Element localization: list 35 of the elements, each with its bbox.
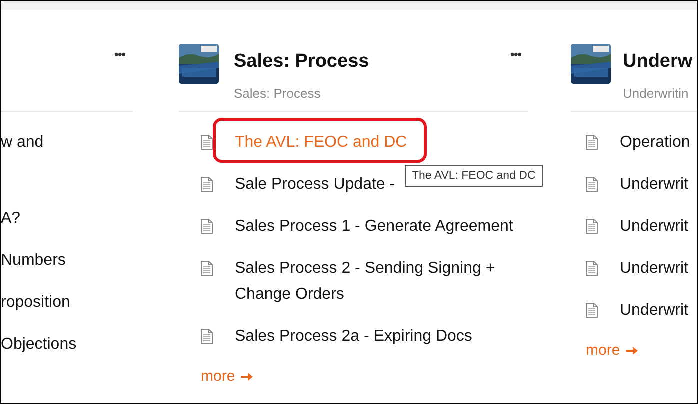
document-icon [201, 329, 213, 344]
more-options-button[interactable]: ••• [114, 48, 125, 62]
document-icon [201, 135, 213, 150]
tooltip: The AVL: FEOC and DC [405, 165, 543, 187]
document-link[interactable]: Objections [1, 332, 77, 358]
document-icon [201, 219, 213, 234]
document-icon [586, 261, 598, 276]
arrow-right-icon [626, 346, 638, 356]
document-link[interactable]: Sales Process 1 - Generate Agreement [235, 214, 514, 240]
document-icon [201, 261, 213, 276]
more-options-button[interactable]: ••• [510, 48, 521, 62]
document-icon [586, 177, 598, 192]
more-label: more [586, 342, 620, 359]
column-subtitle: Underwritin [623, 86, 690, 101]
document-link[interactable]: Sales Process 2 - Sending Signing + Change Orders [235, 256, 528, 308]
document-link[interactable]: Sale Process Update - [235, 172, 396, 198]
column-title: Sales: Process [234, 50, 370, 74]
document-link[interactable]: Underwrit [620, 256, 688, 282]
document-icon [586, 219, 598, 234]
document-link[interactable]: Numbers [1, 248, 66, 274]
document-icon [586, 135, 598, 150]
document-link[interactable]: w and [1, 130, 44, 156]
document-link[interactable]: Operation [620, 130, 690, 156]
document-link[interactable]: A? [1, 206, 21, 232]
arrow-right-icon [241, 372, 254, 382]
document-icon [201, 177, 213, 192]
document-link[interactable]: Underwrit [620, 214, 688, 240]
more-label: more [201, 368, 236, 385]
column-title: Underw [623, 50, 694, 74]
document-link[interactable]: Underwrit [620, 298, 688, 324]
document-icon [586, 303, 598, 318]
document-link[interactable]: Underwrit [620, 172, 688, 198]
document-link[interactable]: Sales Process 2a - Expiring Docs [235, 324, 472, 350]
column-subtitle: Sales: Process [234, 86, 322, 101]
document-link[interactable]: roposition [1, 290, 70, 316]
